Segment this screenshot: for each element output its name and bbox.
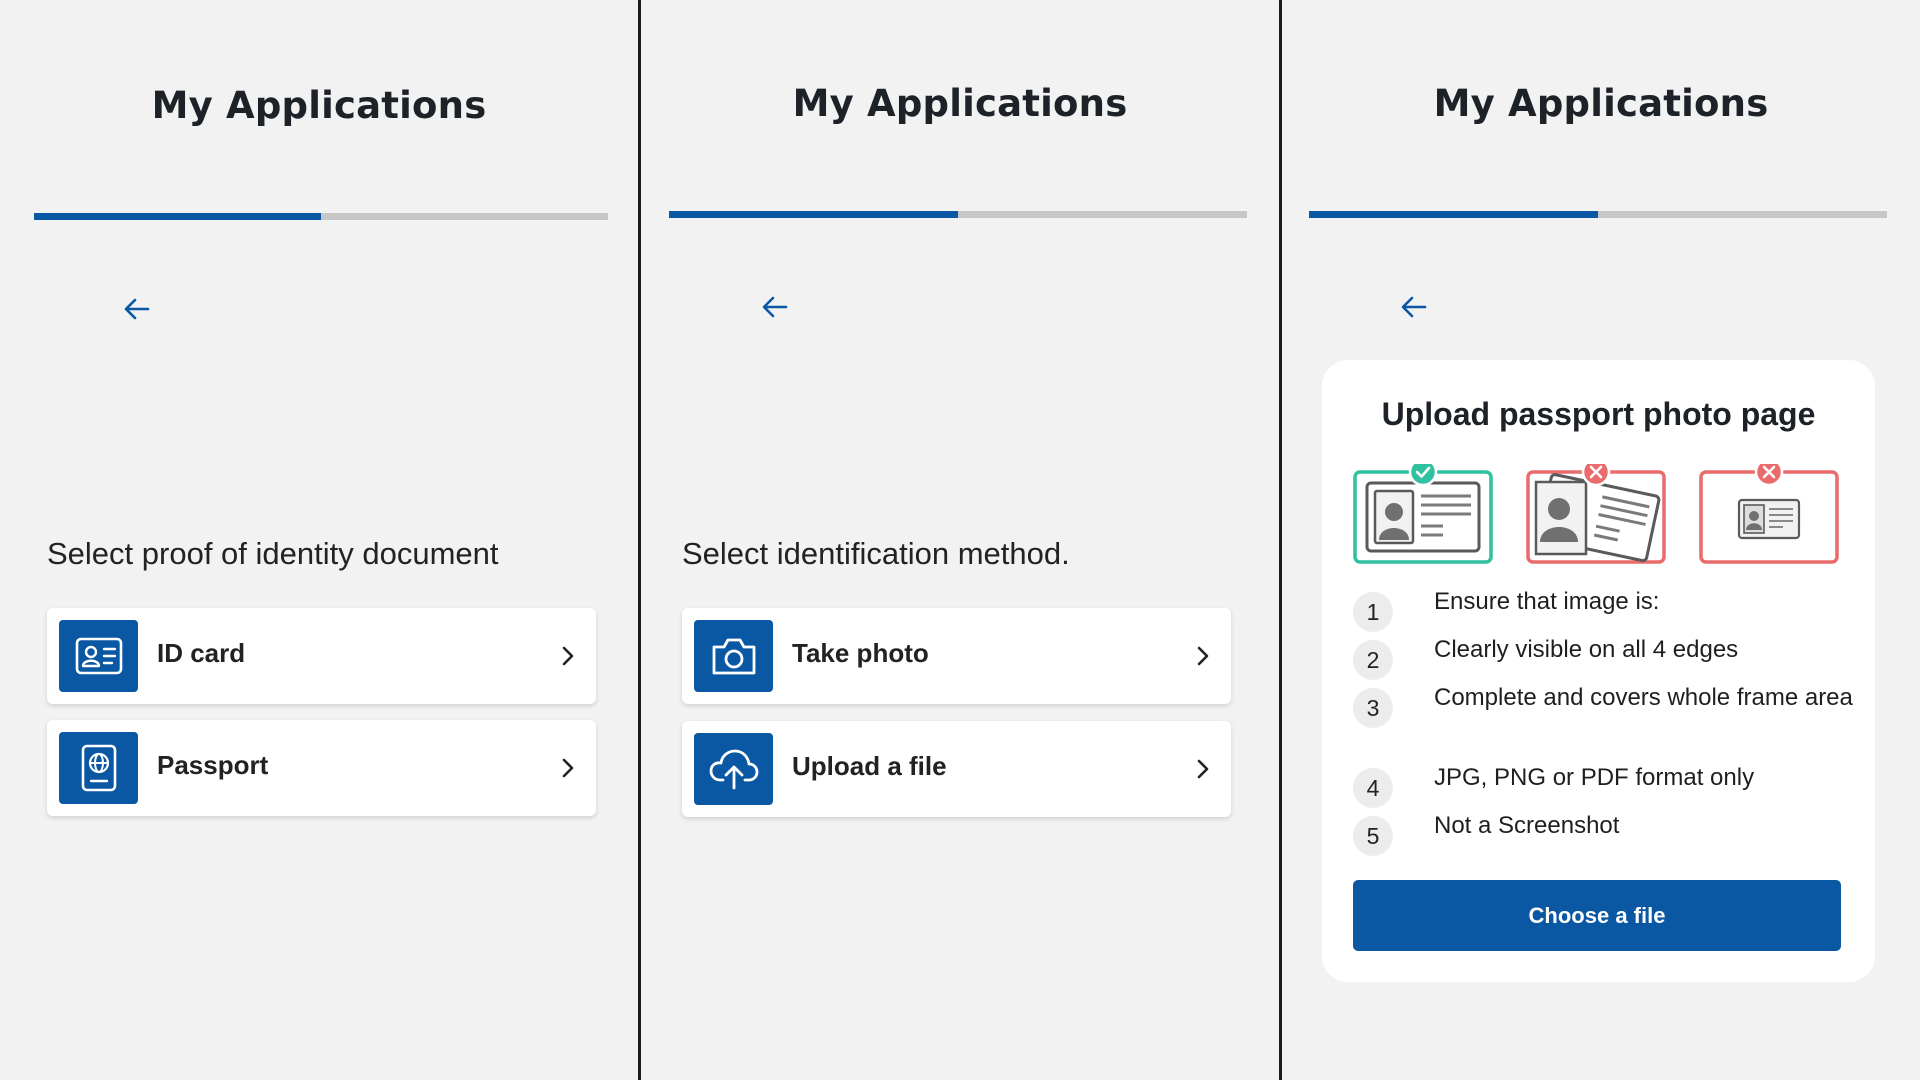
option-take-photo[interactable]: Take photo	[682, 608, 1231, 704]
list-item: 4 JPG, PNG or PDF format only	[1353, 762, 1853, 810]
page-title: My Applications	[792, 82, 1128, 125]
arrow-left-icon[interactable]	[1397, 290, 1431, 324]
progress-bar	[34, 213, 608, 220]
sample-images	[1353, 457, 1843, 564]
panel-upload-passport: My Applications Upload passport photo pa…	[1282, 0, 1920, 1080]
sample-tilted	[1526, 457, 1666, 564]
chevron-right-icon	[1197, 759, 1209, 779]
sample-correct	[1353, 457, 1493, 564]
sample-too-small	[1699, 457, 1839, 564]
progress-fill	[34, 213, 321, 220]
list-item: 5 Not a Screenshot	[1353, 810, 1853, 858]
list-item: 2 Clearly visible on all 4 edges	[1353, 634, 1853, 682]
option-label: Take photo	[792, 638, 929, 668]
camera-icon	[694, 620, 773, 692]
id-card-icon	[59, 620, 138, 692]
option-label: Passport	[157, 750, 269, 780]
rule-text: Ensure that image is:	[1434, 588, 1660, 615]
progress-fill	[669, 211, 958, 218]
page-title: My Applications	[1433, 82, 1769, 125]
list-item: 3 Complete and covers whole frame area	[1353, 682, 1853, 762]
progress-bar	[669, 211, 1247, 218]
step-number: 3	[1353, 688, 1393, 728]
card-title: Upload passport photo page	[1381, 396, 1816, 432]
rule-text: JPG, PNG or PDF format only	[1434, 764, 1755, 791]
progress-fill	[1309, 211, 1598, 218]
progress-bar	[1309, 211, 1887, 218]
step-number: 4	[1353, 768, 1393, 808]
step-number: 2	[1353, 640, 1393, 680]
arrow-left-icon[interactable]	[758, 290, 792, 324]
rule-text: Not a Screenshot	[1434, 812, 1620, 839]
option-passport[interactable]: Passport	[47, 720, 596, 816]
rule-text: Complete and covers whole frame area	[1434, 684, 1853, 711]
choose-file-button[interactable]: Choose a file	[1353, 880, 1841, 951]
chevron-right-icon	[562, 646, 574, 666]
arrow-left-icon[interactable]	[120, 292, 154, 326]
requirements-list: 1 Ensure that image is: 2 Clearly visibl…	[1353, 586, 1853, 858]
chevron-right-icon	[562, 758, 574, 778]
upload-instructions-card: Upload passport photo page 1 Ensure that…	[1322, 360, 1875, 982]
chevron-right-icon	[1197, 646, 1209, 666]
option-label: ID card	[157, 638, 246, 668]
panel-select-document: My Applications Select proof of identity…	[0, 0, 638, 1080]
list-item: 1 Ensure that image is:	[1353, 586, 1853, 634]
cloud-upload-icon	[694, 733, 773, 805]
step-number: 5	[1353, 816, 1393, 856]
prompt-text: Select identification method.	[682, 536, 1070, 571]
panel-select-method: My Applications Select identification me…	[641, 0, 1279, 1080]
passport-icon	[59, 732, 138, 804]
prompt-text: Select proof of identity document	[47, 536, 499, 571]
option-upload-file[interactable]: Upload a file	[682, 721, 1231, 817]
option-id-card[interactable]: ID card	[47, 608, 596, 704]
page-title: My Applications	[151, 84, 487, 127]
rule-text: Clearly visible on all 4 edges	[1434, 636, 1739, 663]
step-number: 1	[1353, 592, 1393, 632]
option-label: Upload a file	[792, 751, 947, 781]
